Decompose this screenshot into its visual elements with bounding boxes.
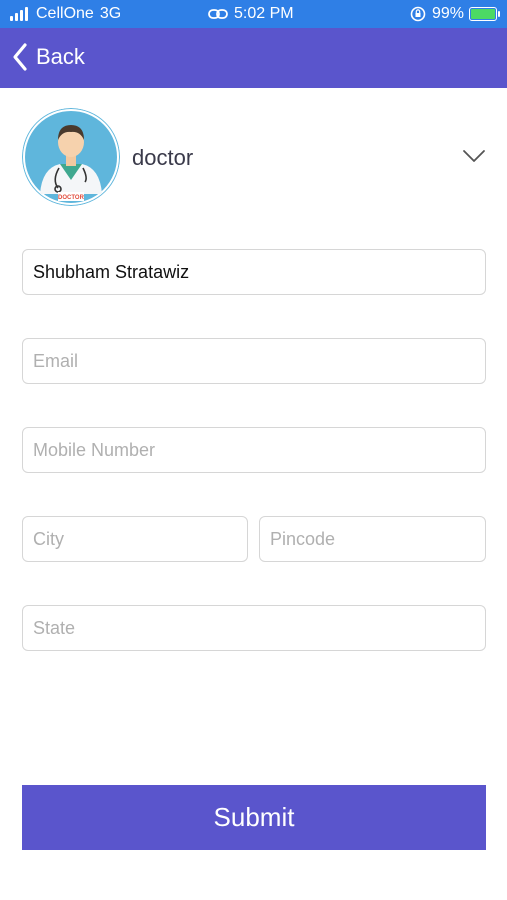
submit-button[interactable]: Submit [22, 785, 486, 850]
status-time: 5:02 PM [234, 5, 294, 22]
link-icon [208, 9, 228, 19]
city-field[interactable] [22, 516, 248, 562]
name-field[interactable] [22, 249, 486, 295]
signal-icon [10, 7, 30, 21]
battery-percent: 99% [431, 5, 464, 22]
carrier-label: CellOne [36, 5, 94, 22]
doctor-avatar-image: DOCTOR [22, 108, 120, 206]
chevron-down-icon[interactable] [462, 148, 486, 164]
status-right: 99% [410, 5, 500, 23]
orientation-lock-icon [410, 6, 426, 22]
network-label: 3G [99, 5, 122, 22]
role-selector[interactable]: DOCTOR doctor [22, 108, 486, 208]
pincode-field[interactable] [259, 516, 486, 562]
doctor-avatar: DOCTOR [22, 108, 120, 206]
status-left: CellOne 3G [10, 5, 121, 23]
chevron-left-icon [13, 43, 27, 71]
email-field[interactable] [22, 338, 486, 384]
back-button[interactable]: Back [12, 42, 85, 72]
battery-charging-icon [469, 7, 500, 21]
nav-bar: Back [0, 28, 507, 88]
back-label: Back [36, 44, 85, 69]
role-label: doctor [132, 145, 194, 170]
status-center: 5:02 PM [208, 5, 294, 23]
status-bar: CellOne 3G 5:02 PM 99% [0, 0, 507, 28]
avatar-badge: DOCTOR [58, 195, 85, 201]
battery-fill [471, 9, 495, 19]
mobile-number-field[interactable] [22, 427, 486, 473]
state-field[interactable] [22, 605, 486, 651]
